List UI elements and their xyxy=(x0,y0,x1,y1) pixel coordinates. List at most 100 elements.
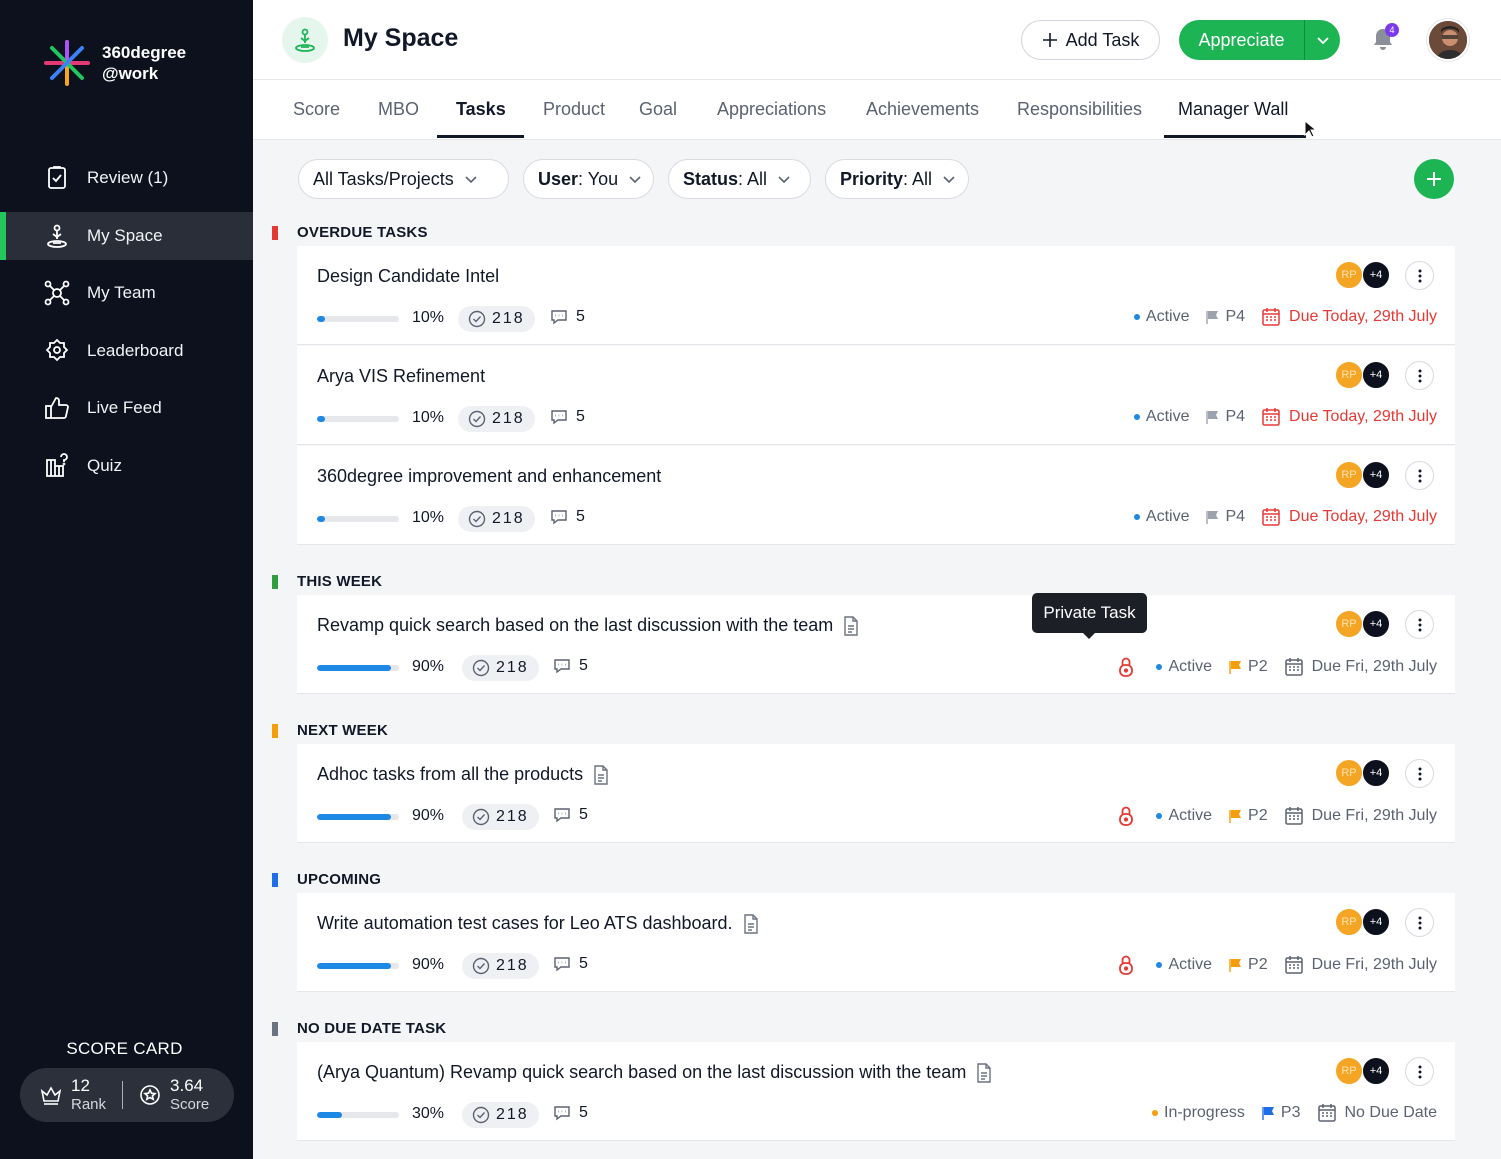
task-status[interactable]: Active xyxy=(1133,308,1189,326)
task-title[interactable]: (Arya Quantum) Revamp quick search based… xyxy=(317,1062,966,1083)
sidebar-item-my-space[interactable]: My Space xyxy=(0,211,253,260)
filter-value: All xyxy=(912,168,933,189)
task-due-date[interactable]: Due Today, 29th July xyxy=(1261,307,1437,327)
task-title[interactable]: Adhoc tasks from all the products xyxy=(317,764,583,785)
assignee-avatars[interactable]: RP +4 xyxy=(1335,908,1395,936)
checklist-count-chip[interactable]: 218 xyxy=(458,506,535,532)
task-priority[interactable]: P2 xyxy=(1228,658,1268,676)
task-status[interactable]: Active xyxy=(1156,807,1212,825)
tab-tasks[interactable]: Tasks xyxy=(456,80,506,138)
tab-achievements[interactable]: Achievements xyxy=(866,80,979,138)
add-button[interactable] xyxy=(1414,159,1454,199)
sidebar-item-my-team[interactable]: My Team xyxy=(0,269,253,317)
task-more-button[interactable] xyxy=(1405,361,1434,390)
crown-icon xyxy=(40,1086,62,1105)
task-title[interactable]: Revamp quick search based on the last di… xyxy=(317,615,833,636)
comment-count[interactable]: 5 xyxy=(553,806,588,824)
task-more-button[interactable] xyxy=(1405,759,1434,788)
task-status[interactable]: Active xyxy=(1156,658,1212,676)
task-priority[interactable]: P4 xyxy=(1205,308,1245,326)
tab-manager-wall[interactable]: Manager Wall xyxy=(1178,80,1288,138)
task-priority[interactable]: P2 xyxy=(1228,807,1268,825)
task-title[interactable]: Arya VIS Refinement xyxy=(317,366,485,387)
user-avatar[interactable] xyxy=(1427,19,1469,61)
tab-mbo[interactable]: MBO xyxy=(378,80,419,138)
assignee-avatars[interactable]: RP +4 xyxy=(1335,610,1395,638)
assignee-avatars[interactable]: RP +4 xyxy=(1335,1057,1395,1085)
tab-responsibilities[interactable]: Responsibilities xyxy=(1017,80,1142,138)
task-status[interactable]: Active xyxy=(1133,408,1189,426)
notifications-button[interactable]: 4 xyxy=(1370,23,1400,56)
section-color-marker xyxy=(272,873,278,887)
tab-appreciations[interactable]: Appreciations xyxy=(717,80,826,138)
assignee-avatars[interactable]: RP +4 xyxy=(1335,261,1395,289)
comment-count[interactable]: 5 xyxy=(550,308,585,326)
task-due-date[interactable]: Due Fri, 29th July xyxy=(1284,806,1437,826)
private-lock[interactable] xyxy=(1118,805,1134,827)
task-card[interactable]: Arya VIS Refinement 10% 218 5 RP +4 Active P4 Du… xyxy=(297,346,1455,445)
sidebar-item-review[interactable]: Review (1) xyxy=(0,154,253,202)
scorecard[interactable]: 12 Rank 3.64 Score xyxy=(20,1068,234,1122)
checklist-count-chip[interactable]: 218 xyxy=(462,655,539,681)
task-due-date[interactable]: Due Fri, 29th July xyxy=(1284,955,1437,975)
tab-goal[interactable]: Goal xyxy=(639,80,677,138)
assignee-avatars[interactable]: RP +4 xyxy=(1335,361,1395,389)
comment-count-value: 5 xyxy=(579,806,588,823)
assignee-avatars[interactable]: RP +4 xyxy=(1335,759,1395,787)
add-task-button[interactable]: Add Task xyxy=(1021,20,1160,60)
task-more-button[interactable] xyxy=(1405,261,1434,290)
task-card[interactable]: (Arya Quantum) Revamp quick search based… xyxy=(297,1042,1455,1141)
task-more-button[interactable] xyxy=(1405,461,1434,490)
comment-count[interactable]: 5 xyxy=(550,408,585,426)
brand-logo[interactable]: 360degree @work xyxy=(44,40,186,86)
private-lock[interactable] xyxy=(1118,656,1134,678)
task-more-button[interactable] xyxy=(1405,908,1434,937)
comment-count[interactable]: 5 xyxy=(553,657,588,675)
checklist-count-chip[interactable]: 218 xyxy=(462,804,539,830)
task-progress-fill xyxy=(317,665,391,671)
task-priority-label: P4 xyxy=(1225,508,1246,525)
sidebar-item-leaderboard[interactable]: Leaderboard xyxy=(0,327,253,375)
task-card[interactable]: Adhoc tasks from all the products 90% 218 5… xyxy=(297,744,1455,843)
checklist-count-chip[interactable]: 218 xyxy=(458,306,535,332)
task-card[interactable]: Design Candidate Intel 10% 218 5 RP +4 Active P… xyxy=(297,246,1455,345)
filter-user[interactable]: User: You xyxy=(523,159,654,199)
task-more-button[interactable] xyxy=(1405,1057,1434,1086)
task-due-date[interactable]: Due Today, 29th July xyxy=(1261,407,1437,427)
task-title[interactable]: Design Candidate Intel xyxy=(317,266,499,287)
task-due-date[interactable]: Due Fri, 29th July xyxy=(1284,657,1437,677)
more-assignees-badge: +4 xyxy=(1362,610,1390,638)
checklist-count-chip[interactable]: 218 xyxy=(458,406,535,432)
filter-tasks-projects[interactable]: All Tasks/Projects xyxy=(298,159,509,199)
comment-count[interactable]: 5 xyxy=(550,508,585,526)
sidebar-item-quiz[interactable]: Quiz xyxy=(0,442,253,490)
task-due-date[interactable]: No Due Date xyxy=(1317,1103,1437,1123)
comment-count[interactable]: 5 xyxy=(553,1104,588,1122)
task-priority[interactable]: P4 xyxy=(1205,508,1245,526)
appreciate-button[interactable]: Appreciate xyxy=(1179,20,1304,60)
comment-count[interactable]: 5 xyxy=(553,955,588,973)
task-card[interactable]: 360degree improvement and enhancement 10%… xyxy=(297,446,1455,545)
task-card[interactable]: Write automation test cases for Leo ATS … xyxy=(297,893,1455,992)
task-priority[interactable]: P4 xyxy=(1205,408,1245,426)
tab-product[interactable]: Product xyxy=(543,80,605,138)
checklist-count-chip[interactable]: 218 xyxy=(462,953,539,979)
task-status[interactable]: In-progress xyxy=(1152,1104,1245,1122)
private-lock[interactable] xyxy=(1118,954,1134,976)
appreciate-dropdown-button[interactable] xyxy=(1305,20,1340,60)
tab-score[interactable]: Score xyxy=(293,80,340,138)
assignee-avatars[interactable]: RP +4 xyxy=(1335,461,1395,489)
task-priority[interactable]: P2 xyxy=(1228,956,1268,974)
task-title[interactable]: Write automation test cases for Leo ATS … xyxy=(317,913,733,934)
task-more-button[interactable] xyxy=(1405,610,1434,639)
sidebar-item-live-feed[interactable]: Live Feed xyxy=(0,384,253,432)
filter-status[interactable]: Status: All xyxy=(668,159,811,199)
task-status[interactable]: Active xyxy=(1133,508,1189,526)
checklist-count-chip[interactable]: 218 xyxy=(462,1102,539,1128)
task-priority[interactable]: P3 xyxy=(1261,1104,1301,1122)
filter-priority[interactable]: Priority: All xyxy=(825,159,969,199)
task-due-date[interactable]: Due Today, 29th July xyxy=(1261,507,1437,527)
task-status[interactable]: Active xyxy=(1156,956,1212,974)
task-title[interactable]: 360degree improvement and enhancement xyxy=(317,466,661,487)
task-card[interactable]: Revamp quick search based on the last di… xyxy=(297,595,1455,694)
